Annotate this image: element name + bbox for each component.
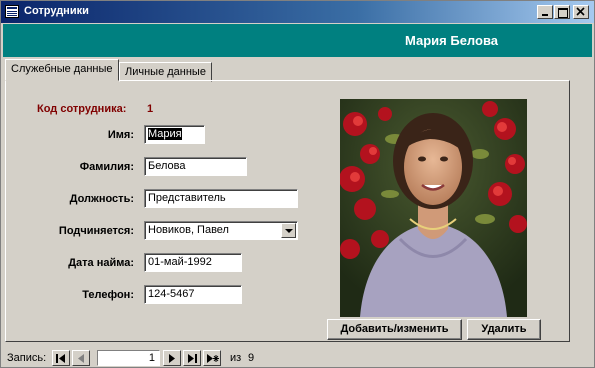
- employee-name-header: Мария Белова: [405, 33, 498, 48]
- record-total: 9: [248, 352, 255, 364]
- tab-panel: [5, 80, 570, 342]
- prev-record-icon[interactable]: [72, 350, 90, 366]
- new-record-icon[interactable]: [203, 350, 221, 366]
- minimize-icon[interactable]: [537, 5, 553, 19]
- current-record-field[interactable]: 1: [97, 350, 160, 366]
- close-icon[interactable]: [573, 5, 589, 19]
- header-band: Мария Белова: [3, 24, 592, 57]
- employees-window: Сотрудники Мария Белова Служебные данные…: [0, 0, 595, 368]
- tab-personal-data[interactable]: Личные данные: [119, 62, 212, 82]
- last-record-icon[interactable]: [183, 350, 201, 366]
- title-bar[interactable]: Сотрудники: [1, 1, 594, 23]
- tab-service-data[interactable]: Служебные данные: [5, 59, 119, 81]
- first-record-icon[interactable]: [52, 350, 70, 366]
- window-title: Сотрудники: [24, 5, 89, 17]
- record-nav-label: Запись:: [7, 352, 47, 364]
- record-of-label: из: [230, 352, 242, 364]
- next-record-icon[interactable]: [163, 350, 181, 366]
- window-icon[interactable]: [5, 5, 19, 18]
- maximize-icon[interactable]: [554, 5, 570, 19]
